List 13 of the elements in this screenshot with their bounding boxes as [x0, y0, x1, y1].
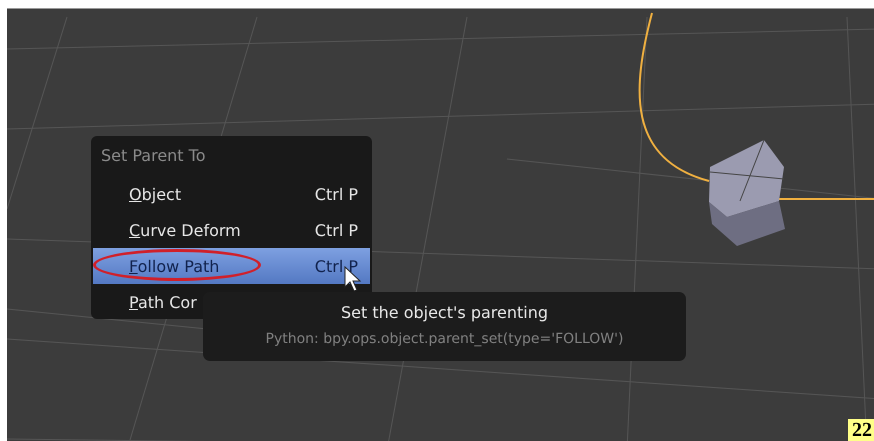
shortcut-label: Ctrl P: [314, 256, 358, 276]
menu-item[interactable]: Object Ctrl P: [93, 176, 370, 212]
page-number: 22: [848, 419, 874, 441]
shortcut-label: Ctrl P: [314, 220, 358, 240]
menu-item[interactable]: Curve Deform Ctrl P: [93, 212, 370, 248]
menu-title: Set Parent To: [100, 146, 207, 167]
menu-item-label: Object: [129, 184, 182, 204]
tooltip-python: Python: bpy.ops.object.parent_set(type='FOLLOW'): [264, 330, 624, 349]
shortcut-label: Ctrl P: [314, 184, 358, 204]
tooltip-description: Set the object's parenting: [340, 302, 549, 324]
menu-item-label: Curve Deform: [129, 220, 241, 240]
menu-item-label: Follow Path: [129, 256, 220, 276]
menu-item[interactable]: Follow Path Ctrl P: [93, 248, 370, 284]
